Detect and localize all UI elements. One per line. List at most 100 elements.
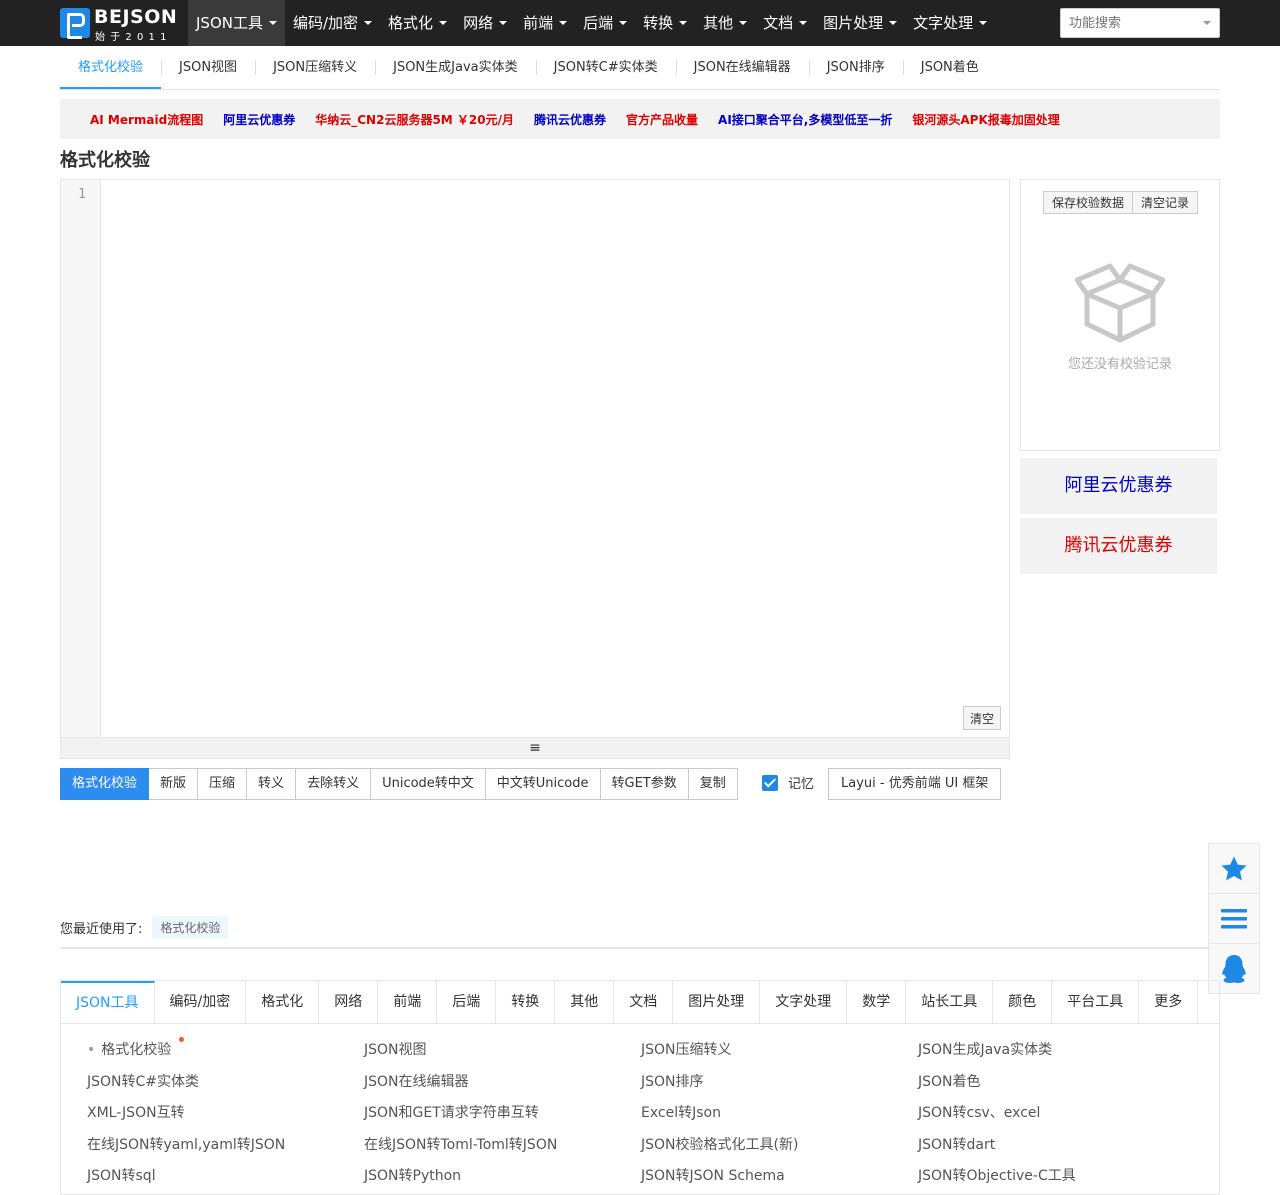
subtab-4[interactable]: JSON转C#实体类 bbox=[535, 46, 676, 89]
subtab-0[interactable]: 格式化校验 bbox=[60, 46, 162, 89]
list-menu-icon[interactable] bbox=[1220, 907, 1248, 931]
tool-link-label: JSON视图 bbox=[364, 1042, 427, 1058]
category-tab-0[interactable]: JSON工具 bbox=[61, 981, 155, 1024]
action-button-2[interactable]: 压缩 bbox=[198, 768, 248, 800]
category-tab-8[interactable]: 文档 bbox=[614, 981, 674, 1024]
tool-link-3[interactable]: JSON生成Java实体类 bbox=[918, 1036, 1195, 1068]
category-tab-11[interactable]: 数学 bbox=[847, 981, 907, 1024]
subtab-7[interactable]: JSON着色 bbox=[902, 46, 997, 89]
action-button-5[interactable]: Unicode转中文 bbox=[371, 768, 486, 800]
function-search[interactable] bbox=[1060, 8, 1220, 38]
subtab-5[interactable]: JSON在线编辑器 bbox=[675, 46, 809, 89]
action-button-8[interactable]: 复制 bbox=[688, 768, 738, 800]
favorite-tool[interactable] bbox=[1209, 844, 1259, 894]
tool-link-5[interactable]: JSON在线编辑器 bbox=[364, 1068, 641, 1100]
nav-menu-7[interactable]: 其他 bbox=[695, 0, 755, 46]
nav-menu-0[interactable]: JSON工具 bbox=[188, 0, 285, 46]
category-tab-2[interactable]: 格式化 bbox=[246, 981, 320, 1024]
tool-link-15[interactable]: JSON转dart bbox=[918, 1131, 1195, 1163]
category-tab-1[interactable]: 编码/加密 bbox=[155, 981, 247, 1024]
action-button-0[interactable]: 格式化校验 bbox=[60, 768, 150, 800]
tool-link-6[interactable]: JSON排序 bbox=[641, 1068, 918, 1100]
recent-item[interactable]: 格式化校验 bbox=[152, 916, 229, 939]
category-panel: 格式化校验 JSON视图 JSON压缩转义 JSON生成Java实体类 JSON转C#实… bbox=[60, 1023, 1220, 1195]
nav-menu-2[interactable]: 格式化 bbox=[380, 0, 455, 46]
tool-link-18[interactable]: JSON转JSON Schema bbox=[641, 1162, 918, 1194]
tool-link-label: JSON着色 bbox=[918, 1073, 981, 1090]
subtab-3[interactable]: JSON生成Java实体类 bbox=[375, 46, 536, 89]
ad-link-1[interactable]: 阿里云优惠券 bbox=[223, 111, 295, 128]
tool-link-19[interactable]: JSON转Objective-C工具 bbox=[918, 1162, 1195, 1194]
history-panel: 保存校验数据 清空记录 您还没有校验记录 bbox=[1020, 179, 1220, 451]
subtab-6[interactable]: JSON排序 bbox=[808, 46, 903, 89]
subtab-1[interactable]: JSON视图 bbox=[161, 46, 255, 89]
tool-link-8[interactable]: XML-JSON互转 bbox=[87, 1099, 364, 1131]
recent-used: 您最近使用了: 格式化校验 bbox=[60, 916, 229, 939]
subtab-2[interactable]: JSON压缩转义 bbox=[255, 46, 375, 89]
tencent-coupon-promo[interactable]: 腾讯云优惠券 bbox=[1020, 518, 1217, 574]
action-button-4[interactable]: 去除转义 bbox=[296, 768, 372, 800]
json-editor[interactable]: 1 清空 ≡ bbox=[60, 179, 1010, 759]
nav-menu-9[interactable]: 图片处理 bbox=[815, 0, 905, 46]
tool-link-17[interactable]: JSON转Python bbox=[364, 1162, 641, 1194]
action-button-1[interactable]: 新版 bbox=[149, 768, 199, 800]
category-tab-13[interactable]: 颜色 bbox=[993, 981, 1053, 1024]
ad-link-0[interactable]: AI Mermaid流程图 bbox=[90, 111, 203, 128]
category-tab-15[interactable]: 更多 bbox=[1139, 981, 1199, 1024]
drag-handle-icon[interactable]: ≡ bbox=[529, 740, 541, 756]
search-input[interactable] bbox=[1061, 9, 1191, 37]
chevron-down-icon[interactable] bbox=[1203, 21, 1211, 25]
nav-menu-3[interactable]: 网络 bbox=[455, 0, 515, 46]
tool-link-9[interactable]: JSON和GET请求字符串互转 bbox=[364, 1099, 641, 1131]
category-tab-4[interactable]: 前端 bbox=[378, 981, 438, 1024]
nav-menu-6[interactable]: 转换 bbox=[635, 0, 695, 46]
nav-menu-4[interactable]: 前端 bbox=[515, 0, 575, 46]
menu-tool[interactable] bbox=[1209, 894, 1259, 944]
editor-resize-handle[interactable]: ≡ bbox=[61, 737, 1009, 758]
tool-link-1[interactable]: JSON视图 bbox=[364, 1036, 641, 1068]
ad-link-6[interactable]: 银河源头APK报毒加固处理 bbox=[912, 111, 1059, 128]
category-tab-5[interactable]: 后端 bbox=[437, 981, 497, 1024]
clear-editor-button[interactable]: 清空 bbox=[962, 706, 1001, 730]
ad-link-4[interactable]: 官方产品收量 bbox=[626, 111, 698, 128]
ad-link-2[interactable]: 华纳云_CN2云服务器5M ￥20元/月 bbox=[315, 111, 514, 128]
tool-link-16[interactable]: JSON转sql bbox=[87, 1162, 364, 1194]
star-icon[interactable] bbox=[1219, 854, 1249, 884]
ad-link-5[interactable]: AI接口聚合平台,多模型低至一折 bbox=[718, 111, 892, 128]
caret-down-icon bbox=[559, 21, 568, 25]
clear-history-button[interactable]: 清空记录 bbox=[1133, 191, 1199, 214]
checkbox-checked-icon[interactable] bbox=[762, 774, 778, 791]
save-history-button[interactable]: 保存校验数据 bbox=[1043, 191, 1134, 214]
category-tab-12[interactable]: 站长工具 bbox=[906, 981, 994, 1024]
tool-link-2[interactable]: JSON压缩转义 bbox=[641, 1036, 918, 1068]
tool-link-14[interactable]: JSON校验格式化工具(新) bbox=[641, 1131, 918, 1163]
action-button-3[interactable]: 转义 bbox=[247, 768, 297, 800]
category-tab-3[interactable]: 网络 bbox=[319, 981, 379, 1024]
aliyun-coupon-promo[interactable]: 阿里云优惠券 bbox=[1020, 458, 1217, 514]
layui-link-button[interactable]: Layui - 优秀前端 UI 框架 bbox=[828, 768, 1002, 800]
category-tab-6[interactable]: 转换 bbox=[496, 981, 556, 1024]
top-navbar: BEJSON 始于2011 JSON工具 编码/加密 格式化 网络 前端 后端 转换 其他 文档… bbox=[0, 0, 1280, 46]
nav-menu-8[interactable]: 文档 bbox=[755, 0, 815, 46]
nav-menu-5[interactable]: 后端 bbox=[575, 0, 635, 46]
tool-link-13[interactable]: 在线JSON转Toml-Toml转JSON bbox=[364, 1131, 641, 1163]
nav-menu-10[interactable]: 文字处理 bbox=[905, 0, 995, 46]
tool-link-label: JSON校验格式化工具(新) bbox=[641, 1136, 799, 1153]
tool-link-11[interactable]: JSON转csv、excel bbox=[918, 1099, 1195, 1131]
category-tab-10[interactable]: 文字处理 bbox=[760, 981, 848, 1024]
tool-link-10[interactable]: Excel转Json bbox=[641, 1099, 918, 1131]
ad-link-3[interactable]: 腾讯云优惠券 bbox=[534, 111, 606, 128]
site-logo[interactable]: BEJSON 始于2011 bbox=[60, 6, 182, 43]
nav-menu-1[interactable]: 编码/加密 bbox=[285, 0, 380, 46]
tool-link-0[interactable]: 格式化校验 bbox=[87, 1036, 364, 1068]
tool-link-12[interactable]: 在线JSON转yaml,yaml转JSON bbox=[87, 1131, 364, 1163]
category-tab-14[interactable]: 平台工具 bbox=[1052, 981, 1140, 1024]
action-button-6[interactable]: 中文转Unicode bbox=[485, 768, 601, 800]
category-tab-7[interactable]: 其他 bbox=[555, 981, 615, 1024]
category-tab-9[interactable]: 图片处理 bbox=[673, 981, 761, 1024]
qq-penguin-icon[interactable] bbox=[1220, 954, 1248, 984]
tool-link-4[interactable]: JSON转C#实体类 bbox=[87, 1068, 364, 1100]
action-button-7[interactable]: 转GET参数 bbox=[600, 768, 689, 800]
tool-link-7[interactable]: JSON着色 bbox=[918, 1068, 1195, 1100]
memory-checkbox[interactable]: 记忆 bbox=[762, 773, 814, 792]
